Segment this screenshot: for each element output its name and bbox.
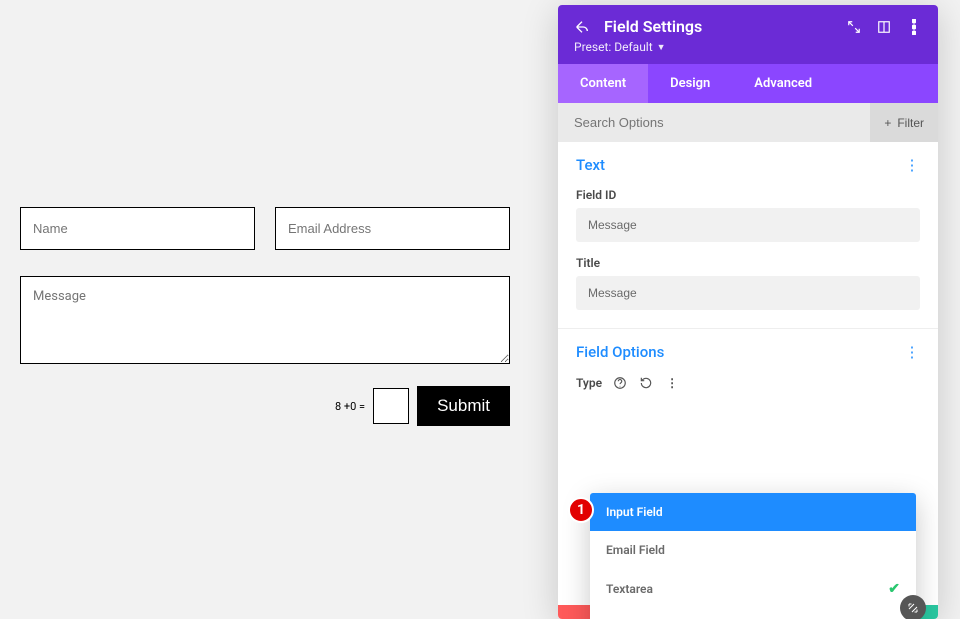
dropdown-item-checkboxes[interactable]: Checkboxes <box>590 609 916 619</box>
layout-icon[interactable] <box>876 19 892 35</box>
search-options-input[interactable] <box>558 103 870 142</box>
title-input[interactable] <box>576 276 920 310</box>
email-field[interactable] <box>275 207 510 250</box>
check-icon: ✔ <box>888 581 900 597</box>
plus-icon: + <box>884 116 891 130</box>
panel-kebab-icon[interactable] <box>906 19 922 35</box>
tab-content[interactable]: Content <box>558 64 648 103</box>
dropdown-item-label: Input Field <box>606 505 663 519</box>
tab-design[interactable]: Design <box>648 64 732 103</box>
field-id-label: Field ID <box>576 188 920 202</box>
resize-handle-icon[interactable] <box>900 595 926 619</box>
submit-button[interactable]: Submit <box>417 386 510 426</box>
chevron-down-icon: ▼ <box>657 42 666 53</box>
section-field-options-title: Field Options <box>576 343 664 361</box>
panel-title: Field Settings <box>604 17 832 36</box>
filter-label: Filter <box>897 116 924 130</box>
expand-icon[interactable] <box>846 19 862 35</box>
filter-button[interactable]: + Filter <box>870 103 938 142</box>
section-field-options-kebab-icon[interactable]: ⋮ <box>904 343 920 361</box>
section-field-options: Field Options ⋮ Type ⋮ <box>558 329 938 419</box>
captcha-label: 8 +0 = <box>335 400 365 413</box>
reset-icon[interactable] <box>638 375 654 391</box>
dropdown-item-input-field[interactable]: Input Field <box>590 493 916 531</box>
help-icon[interactable] <box>612 375 628 391</box>
section-text-kebab-icon[interactable]: ⋮ <box>904 156 920 174</box>
dropdown-item-textarea[interactable]: Textarea ✔ <box>590 569 916 609</box>
tab-advanced[interactable]: Advanced <box>732 64 834 103</box>
message-field[interactable] <box>20 276 510 364</box>
name-field[interactable] <box>20 207 255 250</box>
type-label: Type <box>576 376 602 390</box>
section-text: Text ⋮ Field ID Title <box>558 142 938 329</box>
dropdown-item-label: Textarea <box>606 582 653 596</box>
section-text-title: Text <box>576 156 605 174</box>
back-arrow-icon[interactable] <box>574 19 590 35</box>
field-settings-panel: Field Settings Preset: Default ▼ Content… <box>558 5 938 619</box>
preset-selector[interactable]: Preset: Default ▼ <box>574 40 922 54</box>
panel-tabs: Content Design Advanced <box>558 64 938 103</box>
preset-label: Preset: Default <box>574 40 653 54</box>
step-badge: 1 <box>568 497 594 523</box>
field-id-input[interactable] <box>576 208 920 242</box>
title-label: Title <box>576 256 920 270</box>
type-dropdown: Input Field Email Field Textarea ✔ Check… <box>590 493 916 619</box>
contact-form-preview: 8 +0 = Submit <box>20 207 510 426</box>
type-kebab-icon[interactable]: ⋮ <box>664 375 680 391</box>
panel-header: Field Settings Preset: Default ▼ <box>558 5 938 64</box>
captcha-input[interactable] <box>373 388 409 424</box>
dropdown-item-label: Email Field <box>606 543 665 557</box>
dropdown-item-email-field[interactable]: Email Field <box>590 531 916 569</box>
